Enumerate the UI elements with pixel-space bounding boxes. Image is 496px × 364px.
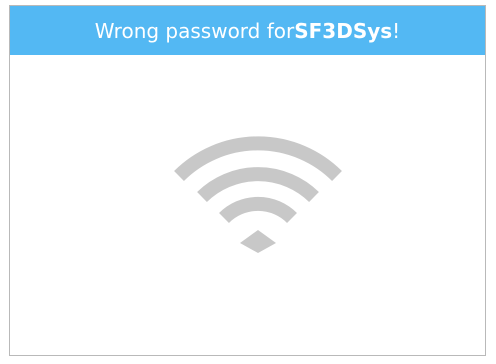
wifi-icon <box>174 136 342 253</box>
wifi-arc-middle <box>197 167 319 203</box>
network-name: SF3DSys <box>294 18 393 43</box>
wifi-error-dialog: Wrong password for SF3DSys! <box>9 5 486 356</box>
error-message-suffix: ! <box>392 18 401 43</box>
error-banner: Wrong password for SF3DSys! <box>10 6 485 55</box>
wifi-dot <box>240 230 276 253</box>
wifi-arc-inner <box>219 196 297 224</box>
error-message-prefix: Wrong password for <box>94 18 295 43</box>
